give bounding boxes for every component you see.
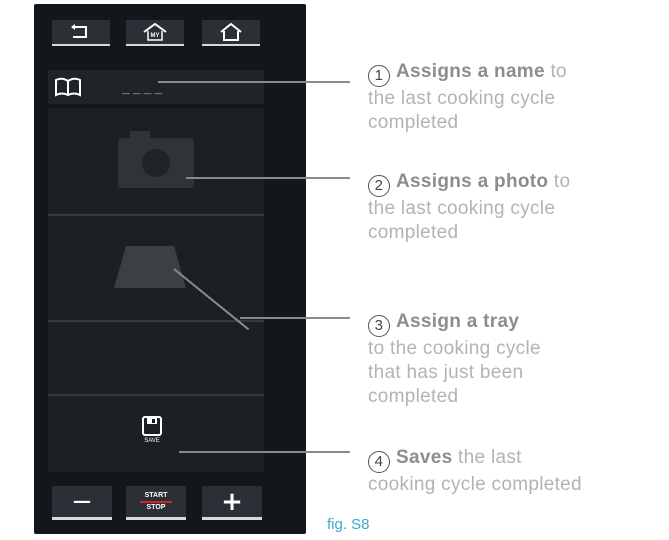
stop-label: STOP <box>146 503 166 511</box>
home-button[interactable] <box>202 20 260 46</box>
callout-line-4 <box>179 451 350 453</box>
callout-line: completed <box>368 222 459 243</box>
save-label: SAVE <box>144 438 160 444</box>
minus-button[interactable]: − <box>52 486 112 520</box>
callout-line: completed <box>368 112 459 133</box>
save-button[interactable]: SAVE <box>135 416 169 444</box>
callout-line: to the cooking cycle <box>368 338 541 359</box>
callout-number: 4 <box>368 451 390 473</box>
callout-text: to <box>553 171 571 192</box>
recipe-book-icon <box>55 77 81 97</box>
home-icon <box>220 23 242 41</box>
start-stop-button[interactable]: START STOP <box>126 486 186 520</box>
my-home-button[interactable]: MY <box>126 20 184 46</box>
callout-line-1 <box>158 81 350 83</box>
callout-bold-text: Saves <box>396 447 453 468</box>
callout-line: that has just been <box>368 362 524 383</box>
my-home-label: MY <box>151 33 160 39</box>
callout-line: cooking cycle completed <box>368 474 582 495</box>
callout-text: the last <box>458 447 522 468</box>
empty-panel <box>48 322 264 394</box>
callout-2: 2 Assigns a photo to the last cooking cyc… <box>368 170 570 245</box>
start-label: START <box>144 491 168 499</box>
recipe-name-field[interactable]: ____ <box>48 70 264 104</box>
photo-panel[interactable] <box>48 108 264 214</box>
callout-number: 2 <box>368 175 390 197</box>
callout-1: 1 Assigns a name to the last cooking cycl… <box>368 60 567 135</box>
callout-bold-text: Assigns a photo <box>396 171 549 192</box>
callout-line-3b <box>240 317 350 319</box>
callout-bold-text: Assign a tray <box>396 311 520 332</box>
oven-control-panel: MY ____ SAVE − START STOP + <box>34 4 306 534</box>
back-button[interactable] <box>52 20 110 46</box>
callout-text: to <box>550 61 567 82</box>
callout-bold-text: Assigns a name <box>396 61 545 82</box>
callout-line: the last cooking cycle <box>368 198 556 219</box>
callout-number: 1 <box>368 65 390 87</box>
plus-label: + <box>221 486 243 517</box>
callout-line-2 <box>186 177 350 179</box>
floppy-disk-icon <box>142 416 162 436</box>
tray-panel[interactable] <box>48 216 264 320</box>
callout-line: completed <box>368 386 459 407</box>
plus-button[interactable]: + <box>202 486 262 520</box>
callout-line: the last cooking cycle <box>368 88 556 109</box>
callout-3: 3 Assign a tray to the cooking cycle that… <box>368 310 541 409</box>
back-arrow-icon <box>71 24 87 38</box>
callout-4: 4 Saves the last cooking cycle completed <box>368 446 582 497</box>
my-home-icon: MY <box>143 23 167 41</box>
callout-number: 3 <box>368 315 390 337</box>
minus-label: − <box>71 486 93 517</box>
start-stop-separator <box>140 500 172 503</box>
figure-label: fig. S8 <box>327 516 370 533</box>
camera-icon <box>118 131 194 188</box>
tray-icon <box>114 246 186 288</box>
